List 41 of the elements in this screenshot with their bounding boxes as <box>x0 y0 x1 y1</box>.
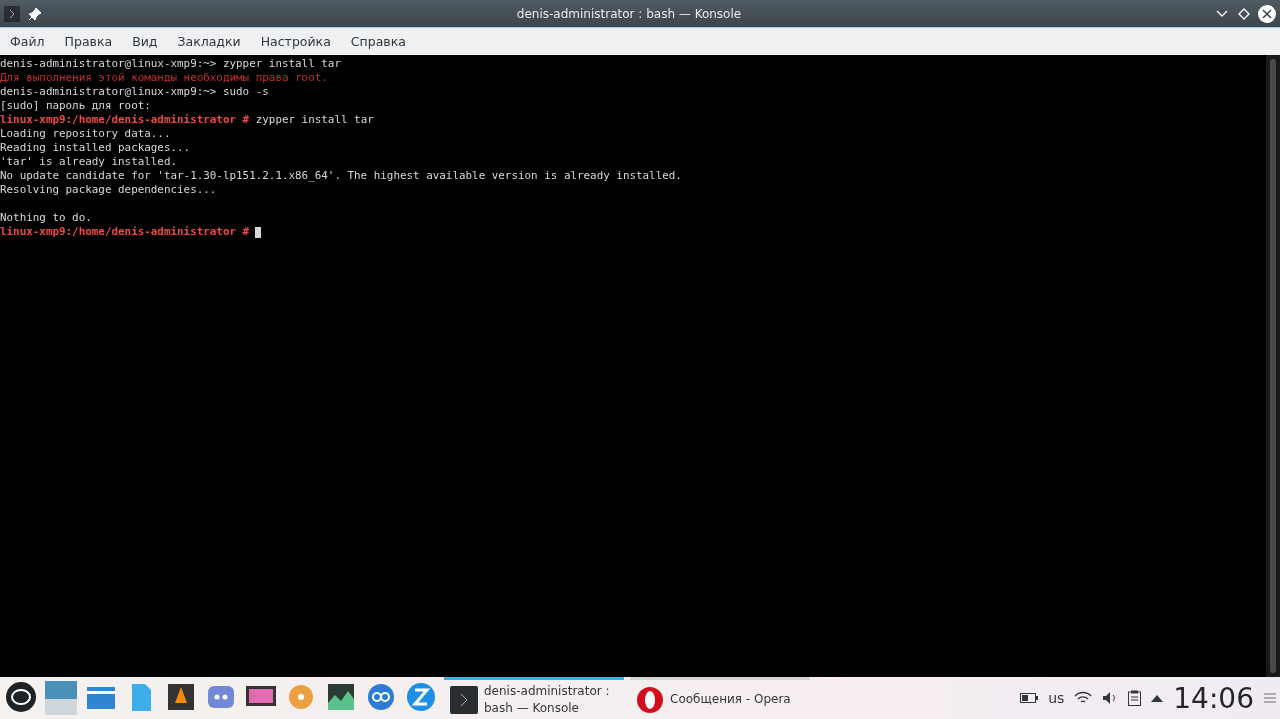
chevron-down-icon[interactable] <box>1216 9 1228 18</box>
menu-item[interactable]: Справка <box>350 34 406 49</box>
prompt-text: denis-administrator@linux-xmp9:~> <box>0 57 217 71</box>
error-text: Для выполнения этой команды необходимы права root. <box>0 71 328 85</box>
task-button[interactable]: denis-administrator : bash — Konsole <box>444 677 624 719</box>
output-text: Nothing to do. <box>0 211 92 225</box>
keyboard-layout[interactable]: us <box>1048 690 1065 706</box>
desktop-icon[interactable] <box>44 681 78 715</box>
wifi-icon[interactable] <box>1074 691 1093 705</box>
prompt-text: denis-administrator@linux-xmp9:~> <box>0 85 217 99</box>
command-text: zypper install tar <box>255 113 374 127</box>
output-text: Resolving package dependencies... <box>0 183 217 197</box>
menu-item[interactable]: Файл <box>10 34 45 49</box>
battery-icon[interactable] <box>1020 693 1039 703</box>
clipboard-icon[interactable] <box>1128 690 1142 706</box>
output-text: Reading installed packages... <box>0 141 191 155</box>
window-title: denis-administrator : bash — Konsole <box>515 6 743 21</box>
menu-item[interactable]: Закладки <box>177 34 241 49</box>
clock[interactable]: 14:06 <box>1173 681 1254 715</box>
output-text: No update candidate for 'tar-1.30-lp151.2.1.x86_64'. The highest available version is already installed. <box>0 169 682 183</box>
menu-item[interactable]: Вид <box>132 34 158 49</box>
task-label: denis-administrator : bash — Konsole <box>484 682 610 717</box>
task-label: Сообщения - Opera <box>670 691 791 708</box>
prompt-text: linux-xmp9:/home/denis-administrator # <box>0 225 250 239</box>
command-text: sudo -s <box>222 85 269 99</box>
terminal-icon <box>450 685 478 714</box>
command-text: zypper install tar <box>222 57 341 71</box>
pin-icon[interactable] <box>28 6 42 21</box>
diamond-icon[interactable] <box>1238 7 1250 20</box>
close-icon[interactable] <box>1258 4 1276 23</box>
triangle-up-icon[interactable] <box>1151 694 1164 702</box>
output-text: 'tar' is already installed. <box>0 155 178 169</box>
scrollbar[interactable] <box>1266 55 1280 677</box>
task-button[interactable]: Сообщения - Opera <box>630 677 810 719</box>
output-text: [sudo] пароль для root: <box>0 99 151 113</box>
menu-item[interactable]: Правка <box>64 34 113 49</box>
prompt-text: linux-xmp9:/home/denis-administrator # <box>0 113 250 127</box>
opera-icon <box>636 685 664 714</box>
output-text: Loading repository data... <box>0 127 171 141</box>
menu-item[interactable]: Настройка <box>260 34 331 49</box>
terminal-icon <box>4 5 20 22</box>
